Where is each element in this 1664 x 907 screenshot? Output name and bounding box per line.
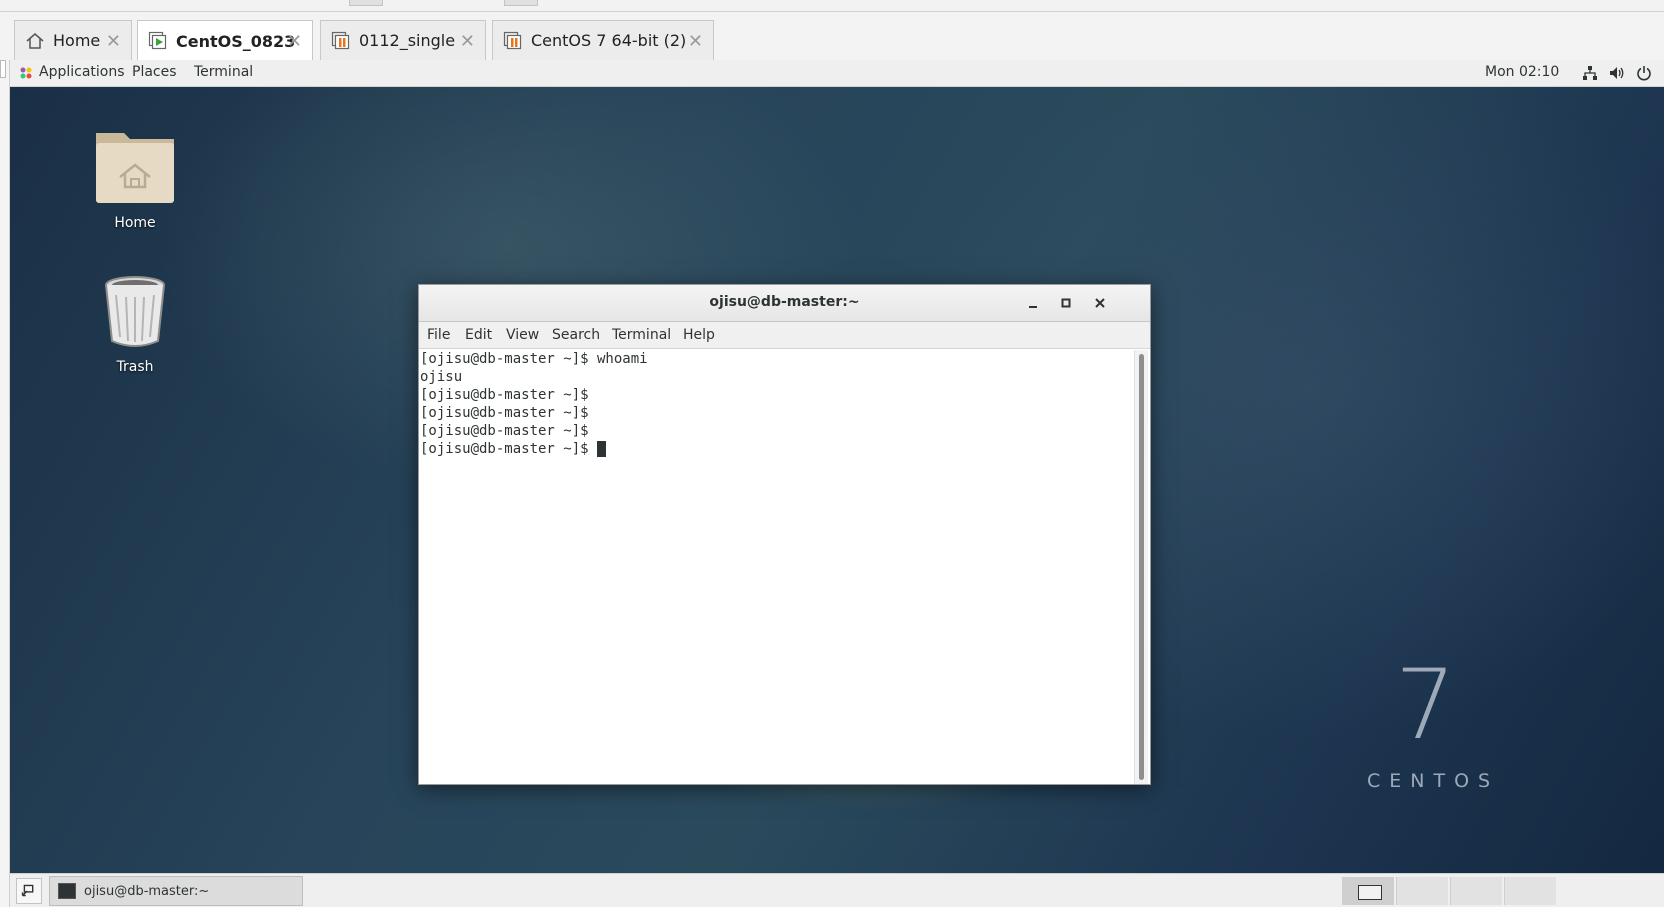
close-icon[interactable]: ✕ [106,31,121,52]
workspace-4[interactable] [1504,877,1556,905]
trash-icon [105,276,165,347]
clock[interactable]: Mon 02:10 [1485,64,1559,80]
vm-suspended-icon [503,31,522,49]
close-icon[interactable]: ✕ [287,31,302,52]
centos-wordmark: CENTOS [1367,770,1500,792]
desktop-icon-label: Trash [116,359,154,375]
text-cursor [597,441,607,457]
host-top-strip [0,0,1664,12]
workspace-2[interactable] [1396,877,1448,905]
gnome-top-bar: Applications Places Terminal Mon 02:10 [10,60,1664,87]
terminal-scrollbar[interactable] [1134,350,1148,784]
terminal-window[interactable]: ojisu@db-master:~ File Edit View Search … [418,284,1151,785]
show-desktop-icon[interactable] [16,878,42,904]
vm-suspended-icon [331,31,350,49]
desktop-icon-trash[interactable]: Trash [75,275,195,375]
terminal-line: [ojisu@db-master ~]$ [420,387,589,403]
tab-label: 0112_single [359,31,456,50]
tab-centos-0823[interactable]: CentOS_0823 ✕ [137,20,313,61]
terminal-line: ojisu [420,369,463,385]
terminal-line: [ojisu@db-master ~]$ [420,423,589,439]
tab-home[interactable]: Home ✕ [14,20,132,60]
applications-icon [20,67,32,79]
close-icon[interactable]: ✕ [460,31,475,52]
terminal-prompt-line[interactable]: [ojisu@db-master ~]$ [420,440,1132,458]
volume-icon[interactable] [1609,65,1625,81]
tab-label: CentOS_0823 [176,31,296,51]
terminal-prompt: [ojisu@db-master ~]$ [420,441,598,457]
tab-centos-7-64bit-2[interactable]: CentOS 7 64-bit (2) ✕ [492,20,714,60]
host-side-strip [0,60,10,907]
tab-label: Home [53,31,101,50]
gnome-bottom-bar: ojisu@db-master:~ [10,873,1664,907]
vm-tab-bar: Home ✕ CentOS_0823 ✕ 0112_single ✕ CentO… [0,12,1664,61]
terminal-output[interactable]: [ojisu@db-master ~]$ whoami ojisu [ojisu… [420,350,1132,784]
desktop-icon-label: Home [114,215,156,231]
toolbar-stub [504,0,538,6]
menu-edit[interactable]: Edit [465,327,492,343]
desktop[interactable]: Home Trash 7 CENTOS ojisu@db-master:~ Fi… [10,87,1664,873]
desktop-icon-home[interactable]: Home [75,127,195,231]
terminal-line: [ojisu@db-master ~]$ whoami [420,351,648,367]
terminal-line: [ojisu@db-master ~]$ [420,405,589,421]
taskbar-window-label: ojisu@db-master:~ [84,883,210,899]
menu-view[interactable]: View [506,327,539,343]
menu-help[interactable]: Help [683,327,715,343]
vm-running-icon [148,31,167,50]
toolbar-stub [349,0,383,6]
vm-screen[interactable]: Applications Places Terminal Mon 02:10 H… [10,60,1664,907]
places-menu[interactable]: Places [132,64,177,80]
home-icon [26,32,44,49]
terminal-menubar: File Edit View Search Terminal Help [419,322,1150,349]
network-icon[interactable] [1582,65,1598,81]
centos-version-mark: 7 [1395,649,1457,761]
terminal-titlebar[interactable]: ojisu@db-master:~ [419,285,1150,322]
tab-label: CentOS 7 64-bit (2) [531,31,687,50]
close-icon[interactable]: ✕ [688,31,703,52]
terminal-app-menu[interactable]: Terminal [194,64,253,80]
tab-0112-single[interactable]: 0112_single ✕ [320,20,486,60]
menu-terminal[interactable]: Terminal [612,327,671,343]
side-marker [0,60,6,78]
applications-menu[interactable]: Applications [39,64,125,80]
close-icon[interactable] [1090,293,1110,313]
menu-file[interactable]: File [427,327,450,343]
workspace-3[interactable] [1450,877,1502,905]
home-folder-icon [96,133,174,203]
workspace-1[interactable] [1342,877,1394,905]
taskbar-window-terminal[interactable]: ojisu@db-master:~ [49,876,303,906]
power-icon[interactable] [1636,65,1652,81]
scrollbar-thumb[interactable] [1139,354,1144,780]
minimize-icon[interactable] [1023,293,1043,313]
menu-search[interactable]: Search [552,327,600,343]
terminal-icon [58,883,76,899]
maximize-icon[interactable] [1056,293,1076,313]
